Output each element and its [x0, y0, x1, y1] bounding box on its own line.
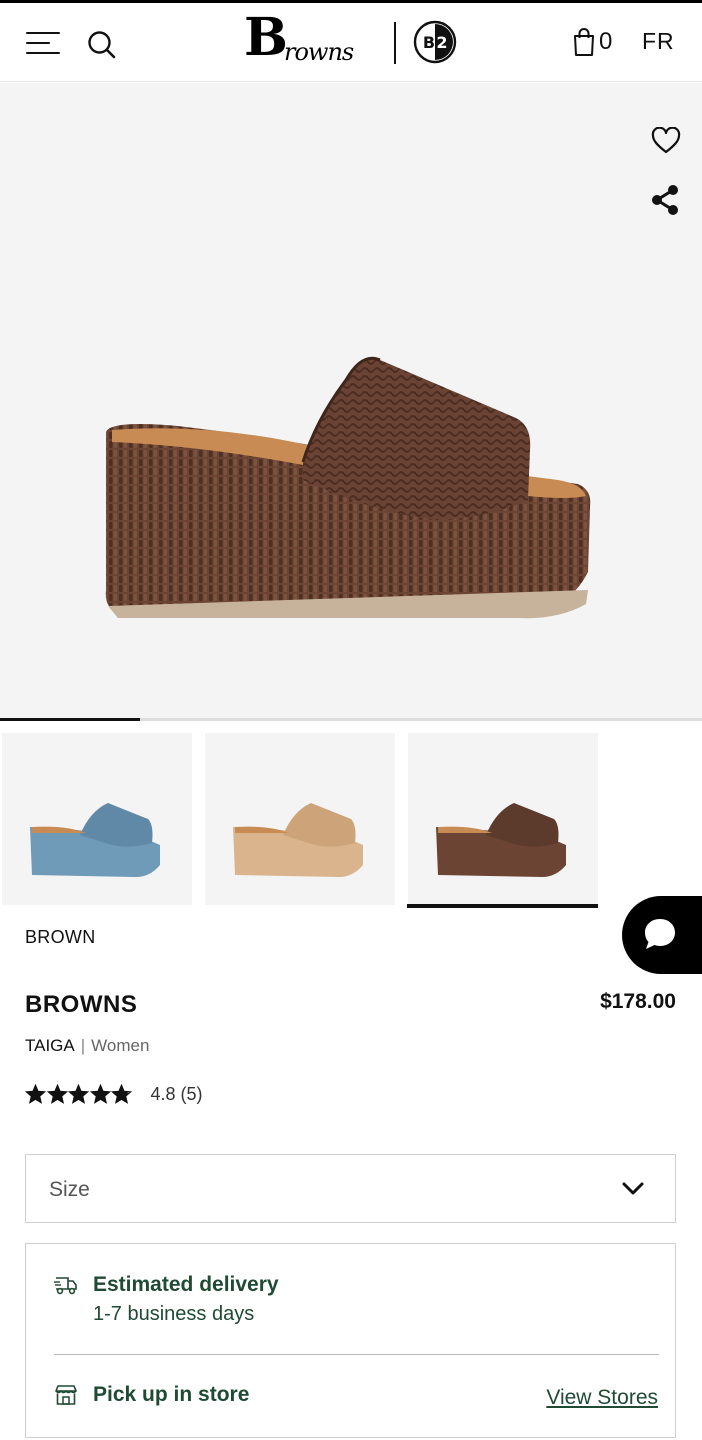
- view-stores-link[interactable]: View Stores: [546, 1386, 658, 1410]
- cart-icon: [574, 28, 594, 56]
- product-rating[interactable]: 4.8 (5): [25, 1082, 203, 1106]
- divider: [54, 1354, 659, 1355]
- share-icon[interactable]: [650, 184, 680, 216]
- rating-text: 4.8 (5): [150, 1083, 203, 1104]
- thumbnail-shoe-image: [30, 803, 160, 877]
- chat-button[interactable]: [622, 896, 702, 974]
- delivery-time: 1-7 business days: [93, 1303, 255, 1325]
- thumbnail-shoe-image: [436, 803, 566, 877]
- store-icon: [55, 1385, 77, 1405]
- star-icon: [68, 1083, 89, 1104]
- delivery-options: Estimated delivery 1-7 business days Pic…: [25, 1243, 676, 1438]
- thumbnail-brown[interactable]: [408, 733, 598, 905]
- size-dropdown[interactable]: Size: [25, 1154, 676, 1223]
- product-brand: BROWNS: [25, 991, 138, 1018]
- product-gender: Women: [91, 1036, 150, 1055]
- cart-button[interactable]: 0: [572, 26, 612, 58]
- model-separator: |: [80, 1036, 86, 1055]
- star-icon: [25, 1083, 46, 1104]
- logo-script: rowns: [284, 38, 354, 66]
- menu-icon[interactable]: [26, 31, 60, 57]
- b2-letter-b: B: [423, 33, 435, 52]
- search-icon[interactable]: [86, 29, 118, 61]
- cart-count: 0: [599, 28, 613, 55]
- star-icon: [46, 1083, 68, 1104]
- thumbnail-active-indicator: [407, 904, 598, 908]
- heart-icon[interactable]: [651, 127, 681, 155]
- product-model: TAIGA: [25, 1036, 75, 1055]
- rating-stars: [25, 1083, 133, 1105]
- selected-color-name: BROWN: [25, 927, 96, 947]
- language-toggle[interactable]: FR: [642, 28, 675, 55]
- thumbnail-shoe-image: [233, 803, 363, 877]
- product-price: $178.00: [600, 990, 676, 1013]
- gallery-progress: [0, 718, 702, 721]
- truck-icon: [54, 1277, 77, 1295]
- pickup-title: Pick up in store: [93, 1383, 250, 1406]
- browns-logo[interactable]: B rowns: [244, 12, 378, 67]
- hero-shoe-image: [105, 356, 591, 619]
- size-label: Size: [49, 1178, 90, 1201]
- delivery-title: Estimated delivery: [93, 1273, 279, 1296]
- star-icon: [111, 1083, 132, 1104]
- product-model-line: TAIGA | Women: [25, 1036, 149, 1056]
- thumbnail-blue[interactable]: [2, 733, 192, 905]
- b2-logo[interactable]: B 2: [413, 20, 457, 64]
- star-icon: [89, 1083, 111, 1104]
- chat-icon: [645, 919, 675, 949]
- gallery-progress-fill: [0, 718, 141, 721]
- logo-divider: [394, 22, 396, 64]
- b2-digit: 2: [436, 33, 447, 52]
- logo-letter: B: [244, 7, 288, 68]
- thumbnail-natural[interactable]: [205, 733, 395, 905]
- chevron-down-icon: [622, 1182, 644, 1195]
